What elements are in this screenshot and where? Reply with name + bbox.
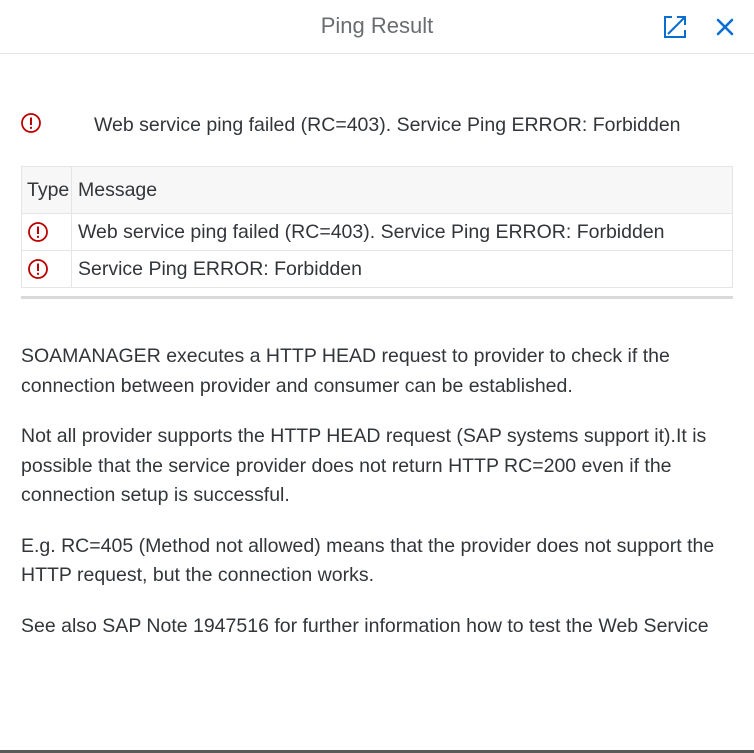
summary-message: Web service ping failed (RC=403). Servic… [20,111,735,139]
message-cell: Web service ping failed (RC=403). Servic… [71,213,733,251]
info-paragraph: Not all provider supports the HTTP HEAD … [21,425,707,506]
table-row[interactable]: Web service ping failed (RC=403). Servic… [21,213,733,251]
info-text: SOAMANAGER executes a HTTP HEAD request … [21,342,736,662]
error-icon [27,221,49,243]
close-button[interactable] [710,12,740,42]
table-bottom-border [21,296,733,299]
column-header-message[interactable]: Message [71,166,733,214]
messages-table: Type Message Web service ping failed (RC… [21,166,733,288]
expand-button[interactable] [660,12,690,42]
type-cell [21,250,72,288]
info-paragraph: SOAMANAGER executes a HTTP HEAD request … [21,345,670,397]
dialog-header: Ping Result [0,0,754,54]
table-header-row: Type Message [21,166,733,214]
error-icon [27,258,49,280]
info-paragraph: See also SAP Note 1947516 for further in… [21,614,709,637]
message-cell: Service Ping ERROR: Forbidden [71,250,733,288]
summary-text: Web service ping failed (RC=403). Servic… [94,114,681,136]
expand-icon [660,12,690,42]
info-paragraph: E.g. RC=405 (Method not allowed) means t… [21,534,715,587]
table-row[interactable]: Service Ping ERROR: Forbidden [21,250,733,288]
close-icon [710,12,740,42]
dialog-title: Ping Result [320,13,434,38]
type-cell [21,213,72,251]
column-header-type[interactable]: Type [21,166,72,214]
error-icon [20,112,42,134]
